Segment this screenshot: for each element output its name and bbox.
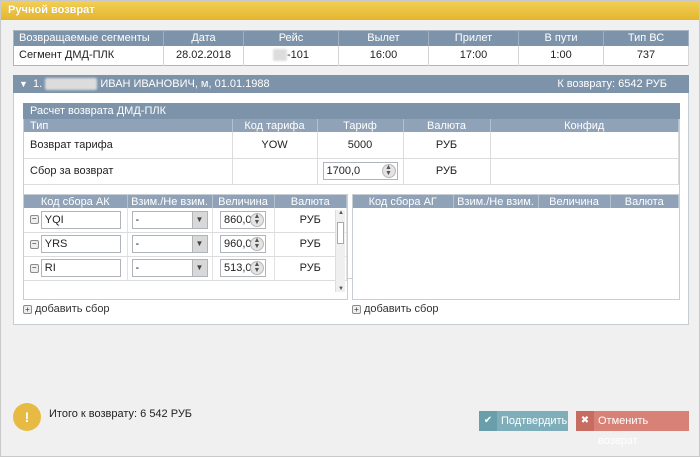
triangle-down-icon[interactable]: ▼ <box>19 75 28 93</box>
check-icon: ✔ <box>479 411 497 431</box>
scrollbar-thumb[interactable] <box>337 222 344 244</box>
tariff-cell: 5000 <box>317 132 404 159</box>
arr-cell: 17:00 <box>428 45 519 66</box>
col-header-segments: Возвращаемые сегменты <box>13 30 164 46</box>
col-header-fare-code: Код тарифа <box>232 119 318 132</box>
conf-cell <box>490 158 679 185</box>
passenger-header[interactable]: ▼ 1. ИВАН ИВАНОВИЧ, м, 01.01.1988 К возв… <box>13 75 689 93</box>
duration-cell: 1:00 <box>518 45 604 66</box>
calc-title: Расчет возврата ДМД-ПЛК <box>23 103 680 119</box>
fee-code-input[interactable]: YQI <box>40 210 121 229</box>
plus-icon: + <box>23 304 32 314</box>
col-header-amount: Величина <box>538 195 611 208</box>
table-row: Сбор за возврат 1700,0 ▲ ▼ РУБ <box>24 158 679 185</box>
remove-icon[interactable]: − <box>29 215 39 225</box>
redacted-surname <box>45 78 98 91</box>
col-header-ak-code: Код сбора АК <box>24 195 128 208</box>
col-header-amount: Величина <box>212 195 275 208</box>
dep-cell: 16:00 <box>338 45 429 66</box>
spinner-icon[interactable]: ▲ ▼ <box>381 164 396 178</box>
col-header-arr: Прилет <box>428 30 519 46</box>
charge-select[interactable]: - ▼ <box>131 235 208 253</box>
col-header-tariff: Тариф <box>317 119 404 132</box>
table-row: Сегмент ДМД-ПЛК 28.02.2018 -101 16:00 17… <box>13 45 689 66</box>
window-title: Ручной возврат <box>1 1 699 20</box>
scroll-up-icon[interactable]: ▲ <box>336 210 346 216</box>
segments-table: Возвращаемые сегменты Дата Рейс Вылет Пр… <box>13 30 689 66</box>
footer: ! Итого к возврату: 6 542 РУБ ✔ Подтверди… <box>13 403 689 447</box>
table-row: − YQI - ▼ 860,0 ▲ ▼ РУБ <box>24 208 347 233</box>
amount-input[interactable]: 860,0 ▲ ▼ <box>220 210 266 229</box>
col-header-flight: Рейс <box>243 30 339 46</box>
x-icon: ✖ <box>576 411 594 431</box>
tariff-cell: 1700,0 ▲ ▼ <box>317 158 404 185</box>
currency-cell: РУБ <box>403 132 491 159</box>
aircraft-cell: 737 <box>603 45 689 66</box>
chevron-down-icon[interactable]: ▼ <box>191 211 207 228</box>
charge-select[interactable]: - ▼ <box>131 210 208 229</box>
ag-fees-table: Код сбора АГ Взим./Не взим. Величина Вал… <box>353 195 679 208</box>
date-cell: 28.02.2018 <box>163 45 244 66</box>
chevron-down-icon[interactable]: ▼ <box>191 260 207 276</box>
segment-cell: Сегмент ДМД-ПЛК <box>13 45 164 66</box>
col-header-currency: Валюта <box>403 119 491 132</box>
spinner-icon[interactable]: ▲ ▼ <box>250 237 264 251</box>
conf-cell <box>490 132 679 159</box>
fee-code-input[interactable]: RI <box>40 259 121 277</box>
fare-code-cell: YOW <box>232 132 318 159</box>
passenger-refund-amount: К возврату: 6542 РУБ <box>557 78 667 90</box>
col-header-date: Дата <box>163 30 244 46</box>
exclamation-icon: ! <box>13 403 41 431</box>
cancel-refund-button[interactable]: ✖ Отменить возврат <box>576 411 689 447</box>
confirm-button[interactable]: ✔ Подтвердить <box>479 411 568 431</box>
currency-cell: РУБ <box>403 158 491 185</box>
chevron-down-icon[interactable]: ▼ <box>191 236 207 252</box>
col-header-conf: Конфид <box>490 119 679 132</box>
type-cell: Сбор за возврат <box>24 158 233 185</box>
flight-cell: -101 <box>243 45 339 66</box>
col-header-ag-code: Код сбора АГ <box>353 195 454 208</box>
vertical-scrollbar[interactable]: ▲ ▼ <box>335 210 345 292</box>
passenger-name: 1. ИВАН ИВАНОВИЧ, м, 01.01.1988 <box>33 78 270 91</box>
amount-input[interactable]: 960,0 ▲ ▼ <box>220 235 266 253</box>
table-row: Возврат тарифа YOW 5000 РУБ <box>24 132 679 159</box>
remove-icon[interactable]: − <box>29 239 39 249</box>
scroll-down-icon[interactable]: ▼ <box>336 286 346 292</box>
redacted-carrier <box>272 49 287 62</box>
amount-input[interactable]: 513,0 ▲ ▼ <box>220 259 266 277</box>
charge-select[interactable]: - ▼ <box>131 259 208 277</box>
col-header-duration: В пути <box>518 30 604 46</box>
col-header-charge: Взим./Не взим. <box>453 195 539 208</box>
table-row: − RI - ▼ 513,0 ▲ ▼ РУБ <box>24 256 347 281</box>
col-header-aircraft: Тип ВС <box>603 30 689 46</box>
col-header-charge: Взим./Не взим. <box>127 195 213 208</box>
spinner-icon[interactable]: ▲ ▼ <box>250 212 264 227</box>
fare-code-cell <box>232 158 318 185</box>
passenger-body: Расчет возврата ДМД-ПЛК Тип Код тарифа Т… <box>13 93 689 325</box>
refund-fee-input[interactable]: 1700,0 ▲ ▼ <box>322 162 398 180</box>
calc-table: Тип Код тарифа Тариф Валюта Конфид Возвр… <box>24 119 679 185</box>
type-cell: Возврат тарифа <box>24 132 233 159</box>
remove-icon[interactable]: − <box>29 263 39 273</box>
col-header-type: Тип <box>24 119 233 132</box>
total-refund: Итого к возврату: 6 542 РУБ <box>49 408 193 420</box>
col-header-currency: Валюта <box>274 195 347 208</box>
ak-fees-table: Код сбора АК Взим./Не взим. Величина Вал… <box>24 195 347 281</box>
add-ag-fee-link[interactable]: + добавить сбор <box>352 303 439 315</box>
col-header-currency: Валюта <box>610 195 679 208</box>
plus-icon: + <box>352 304 361 314</box>
fee-code-input[interactable]: YRS <box>40 235 121 253</box>
ag-fees-panel: Код сбора АГ Взим./Не взим. Величина Вал… <box>352 194 680 300</box>
col-header-dep: Вылет <box>338 30 429 46</box>
table-row: − YRS - ▼ 960,0 ▲ ▼ РУБ <box>24 232 347 257</box>
manual-refund-window: Ручной возврат Возвращаемые сегменты Дат… <box>0 0 700 457</box>
ak-fees-panel: Код сбора АК Взим./Не взим. Величина Вал… <box>23 194 348 300</box>
add-ak-fee-link[interactable]: + добавить сбор <box>23 303 110 315</box>
spinner-icon[interactable]: ▲ ▼ <box>250 261 264 275</box>
flight-number: -101 <box>286 49 310 62</box>
total-value: 6 542 РУБ <box>140 408 193 420</box>
